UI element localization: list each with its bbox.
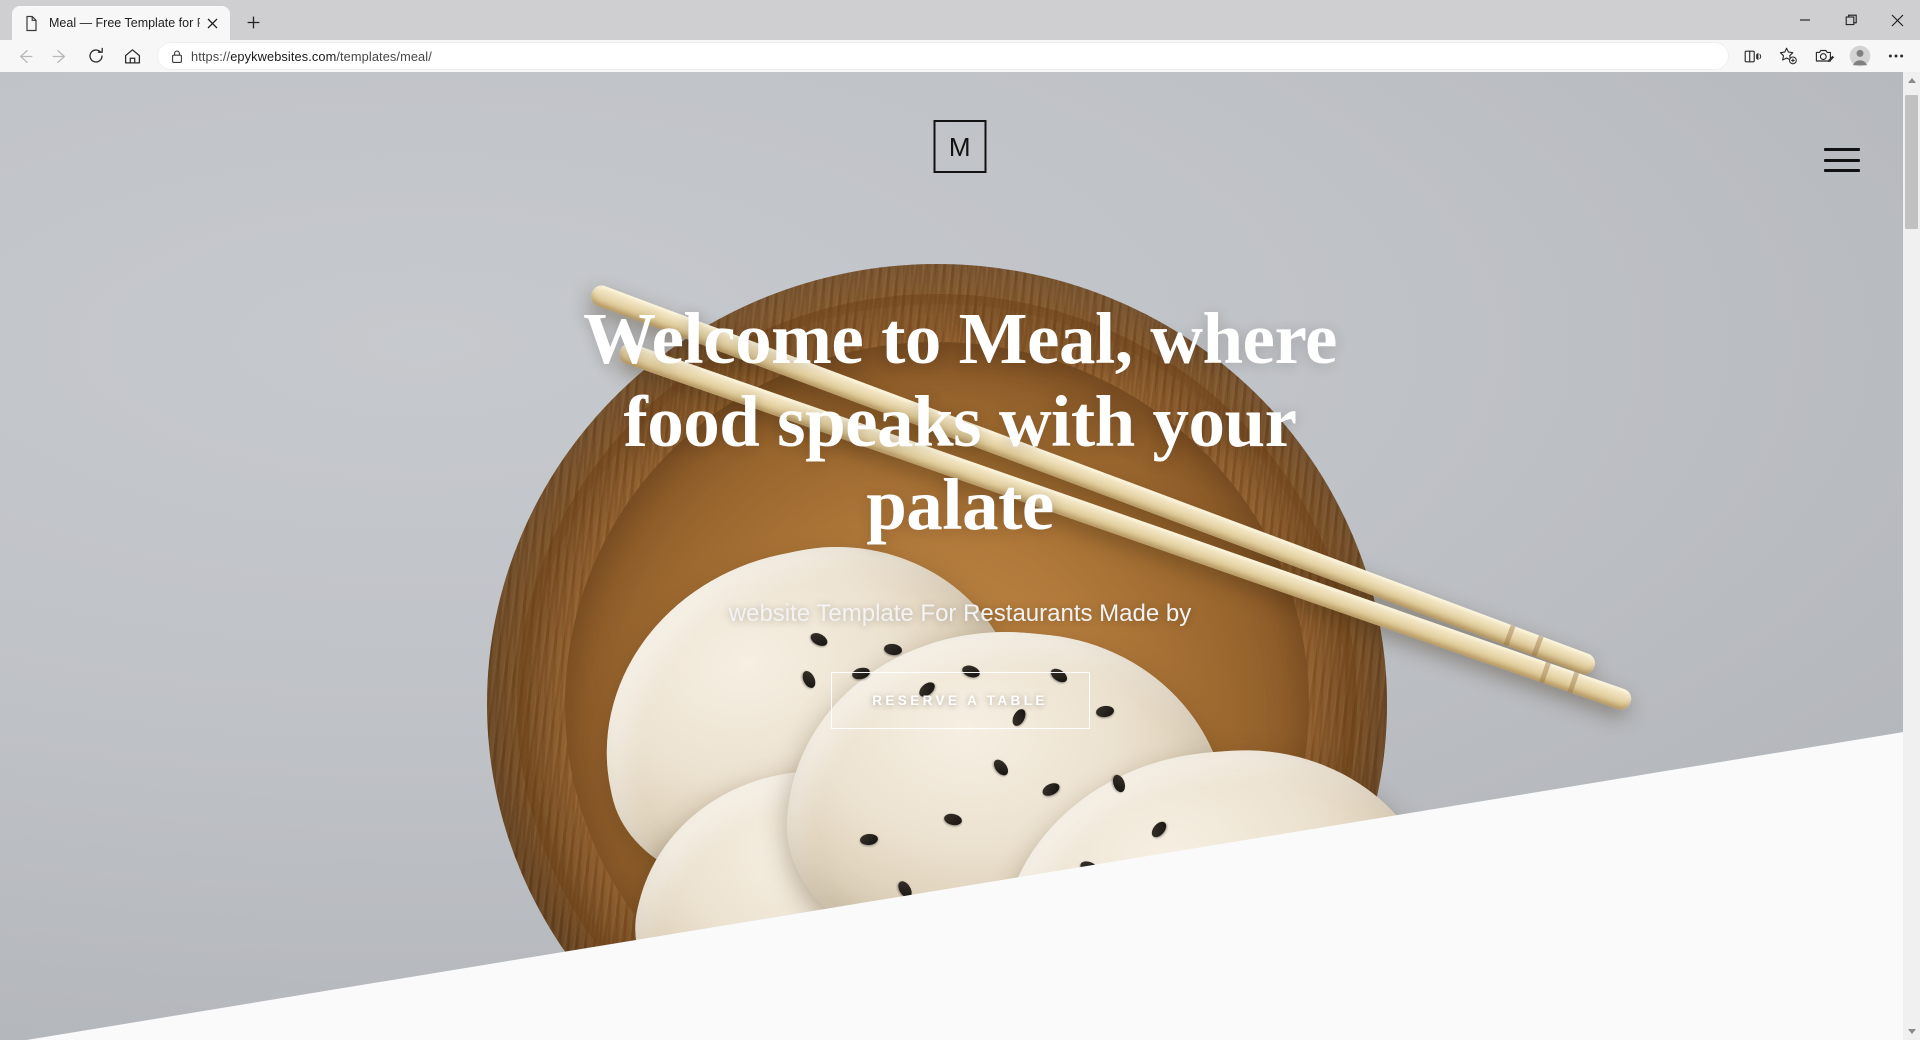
site-logo[interactable]: M: [933, 120, 987, 173]
scroll-down-arrow-icon[interactable]: [1903, 1023, 1920, 1040]
page-title: Welcome to Meal, where food speaks with …: [583, 298, 1337, 546]
hamburger-bar: [1824, 148, 1860, 151]
reserve-a-table-button[interactable]: RESERVE A TABLE: [830, 671, 1090, 729]
screenshot-icon[interactable]: [1806, 41, 1842, 71]
new-tab-button[interactable]: [238, 7, 268, 37]
page-icon: [23, 15, 40, 32]
page-viewport: M Welcome to Meal, where food speaks wit…: [0, 72, 1920, 1040]
scroll-up-arrow-icon[interactable]: [1903, 72, 1920, 89]
profile-avatar[interactable]: [1842, 41, 1878, 71]
forward-button[interactable]: [42, 41, 78, 71]
site-header: M: [0, 72, 1920, 192]
url-path: /templates/meal/: [336, 48, 432, 64]
back-button[interactable]: [6, 41, 42, 71]
read-aloud-icon[interactable]: [1734, 41, 1770, 71]
minimize-button[interactable]: [1782, 0, 1828, 40]
hamburger-bar: [1824, 169, 1860, 172]
reload-button[interactable]: [78, 41, 114, 71]
address-bar[interactable]: https://epykwebsites.com/templates/meal/: [158, 43, 1728, 69]
hero-content: Welcome to Meal, where food speaks with …: [0, 72, 1920, 1040]
browser-window: Meal — Free Template for Restau: [0, 0, 1920, 1040]
window-controls: [1782, 0, 1920, 40]
hero-subtitle: website Template For Restaurants Made by: [728, 599, 1192, 627]
tab-title: Meal — Free Template for Restau: [49, 16, 200, 30]
url-prefix: https://: [191, 48, 231, 64]
url-text: https://epykwebsites.com/templates/meal/: [191, 49, 432, 64]
browser-toolbar: https://epykwebsites.com/templates/meal/: [0, 40, 1920, 72]
add-favorite-icon[interactable]: [1770, 41, 1806, 71]
close-window-button[interactable]: [1874, 0, 1920, 40]
settings-and-more-button[interactable]: [1878, 41, 1914, 71]
hamburger-menu-icon[interactable]: [1824, 148, 1860, 172]
close-icon[interactable]: [200, 11, 224, 35]
page-scrollbar[interactable]: [1903, 72, 1920, 1040]
home-button[interactable]: [114, 41, 150, 71]
lock-icon: [166, 49, 188, 64]
browser-tab[interactable]: Meal — Free Template for Restau: [12, 6, 230, 40]
hamburger-bar: [1824, 158, 1860, 162]
scrollbar-thumb[interactable]: [1905, 95, 1918, 229]
toolbar-right-actions: [1734, 41, 1914, 71]
maximize-restore-button[interactable]: [1828, 0, 1874, 40]
tab-strip: Meal — Free Template for Restau: [0, 0, 1920, 40]
url-domain: epykwebsites.com: [230, 48, 337, 64]
